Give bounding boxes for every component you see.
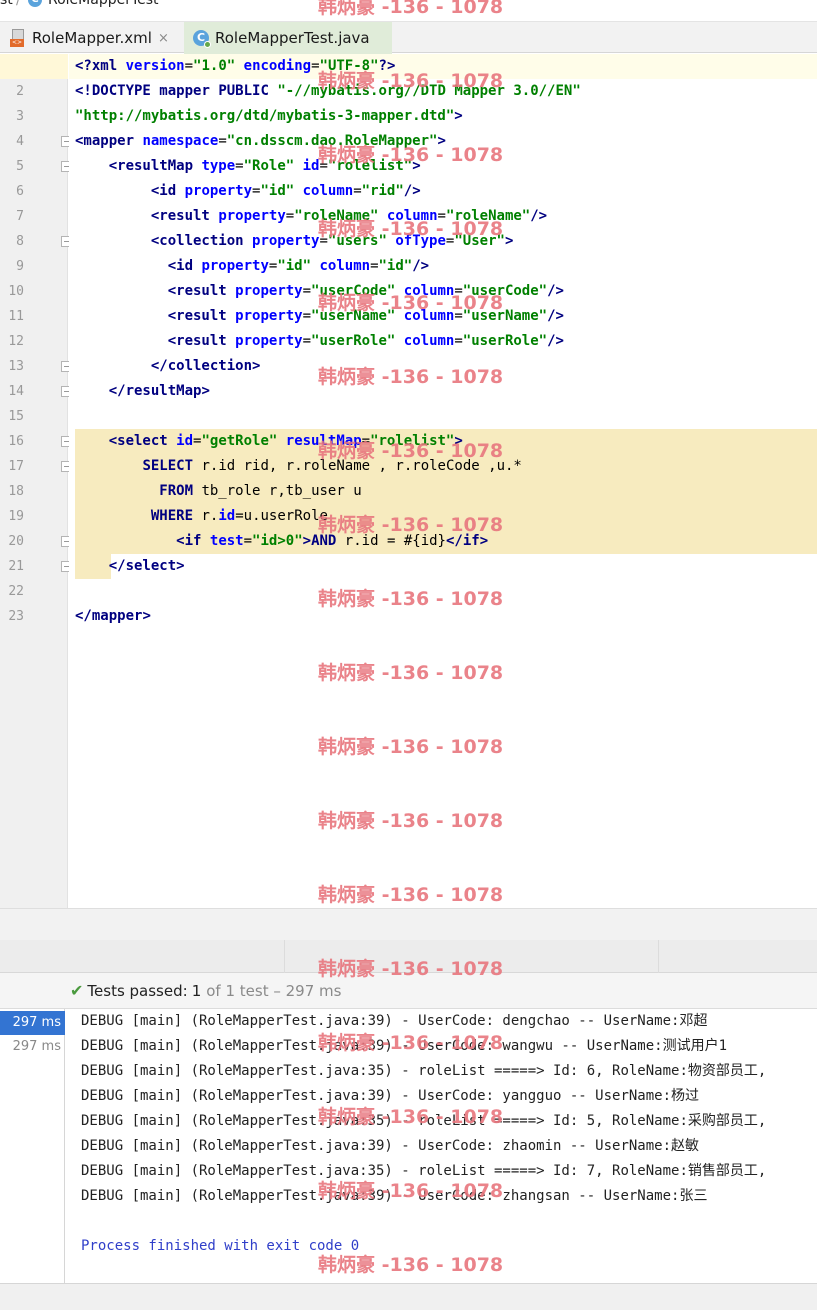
code-line: </collection> [150,358,261,374]
line-number: 23 [8,609,24,624]
test-results-tree: 297 ms 297 ms [0,1009,65,1283]
line-number: 17 [8,459,24,474]
tab-rolemappertest-java[interactable]: C RoleMapperTest.java [184,22,392,54]
console-line: DEBUG [main] (RoleMapperTest.java:35) - … [81,1063,767,1079]
watermark-text: 韩炳豪 -136 - 1078 [318,588,504,610]
watermark-text: 韩炳豪 -136 - 1078 [318,662,504,684]
line-number: 9 [16,259,24,274]
line-number: 20 [8,534,24,549]
xml-file-icon: <> [10,29,26,47]
watermark-text: 韩炳豪 -136 - 1078 [318,958,504,980]
watermark-text: 韩炳豪 -136 - 1078 [318,884,504,906]
tab-label: RoleMapper.xml [32,29,152,47]
watermark-text: 韩炳豪 -136 - 1078 [318,1032,504,1054]
code-line: <id property="id" column="rid"/> [150,183,421,199]
breadcrumb-current[interactable]: RoleMapperTest [48,0,159,8]
line-number: 4 [16,134,24,149]
line-number: 13 [8,359,24,374]
line-number: 15 [8,409,24,424]
code-editor[interactable]: <?xml version="1.0" encoding="UTF-8"?> <!… [69,54,817,908]
watermark-text: 韩炳豪 -136 - 1078 [318,810,504,832]
watermark-text: 韩炳豪 -136 - 1078 [318,144,504,166]
test-tree-item[interactable]: 297 ms [0,1035,65,1059]
code-line: </resultMap> [108,383,210,399]
line-number: 11 [8,309,24,324]
watermark-text: 韩炳豪 -136 - 1078 [318,440,504,462]
tool-window-header [0,908,817,940]
code-line: </select> [108,558,185,574]
tests-passed-label: Tests passed: [87,981,188,1000]
console-line: DEBUG [main] (RoleMapperTest.java:39) - … [81,1138,700,1154]
line-number: 2 [16,84,24,99]
tests-passed-count: 1 [191,981,202,1000]
tests-passed-summary: of 1 test – 297 ms [206,981,342,1000]
line-number: 5 [16,159,24,174]
watermark-text: 韩炳豪 -136 - 1078 [318,70,504,92]
line-number: 19 [8,509,24,524]
close-icon[interactable]: × [158,31,169,46]
line-number: 8 [16,234,24,249]
watermark-text: 韩炳豪 -136 - 1078 [318,218,504,240]
code-line: <result property="userRole" column="user… [167,333,564,349]
bottom-bar [0,1283,817,1310]
line-number-gutter: 1234567891011121314151617181920212223 [0,54,72,908]
watermark-text: 韩炳豪 -136 - 1078 [318,514,504,536]
code-line: <id property="id" column="id"/> [167,258,430,274]
line-number: 14 [8,384,24,399]
tab-label: RoleMapperTest.java [215,29,370,47]
breadcrumb-separator: / [16,0,21,8]
editor-tab-bar: <> RoleMapper.xml × C RoleMapperTest.jav… [0,21,817,54]
code-line: </mapper> [75,608,151,624]
current-line-highlight [0,54,68,79]
check-icon: ✔ [70,981,84,1000]
line-number: 12 [8,334,24,349]
watermark-text: 韩炳豪 -136 - 1078 [318,1106,504,1128]
breadcrumb-prev[interactable]: st [0,0,13,8]
line-number: 22 [8,584,24,599]
watermark-text: 韩炳豪 -136 - 1078 [318,736,504,758]
watermark-text: 韩炳豪 -136 - 1078 [318,366,504,388]
code-line: WHERE r.id=u.userRole [150,508,328,524]
watermark-text: 韩炳豪 -136 - 1078 [318,1254,504,1276]
java-class-icon: C [193,30,211,48]
line-number: 10 [8,284,24,299]
code-line: FROM tb_role r,tb_user u [159,483,362,499]
watermark-text: 韩炳豪 -136 - 1078 [318,292,504,314]
test-tree-item[interactable]: 297 ms [0,1011,65,1035]
code-line: "http://mybatis.org/dtd/mybatis-3-mapper… [75,108,463,124]
line-number: 16 [8,434,24,449]
watermark-text: 韩炳豪 -136 - 1078 [318,0,504,18]
watermark-text: 韩炳豪 -136 - 1078 [318,1180,504,1202]
line-number: 6 [16,184,24,199]
line-number: 3 [16,109,24,124]
line-number: 21 [8,559,24,574]
line-number: 7 [16,209,24,224]
class-icon: C [28,0,42,7]
tab-rolemapper-xml[interactable]: <> RoleMapper.xml × [0,22,184,54]
line-number: 18 [8,484,24,499]
